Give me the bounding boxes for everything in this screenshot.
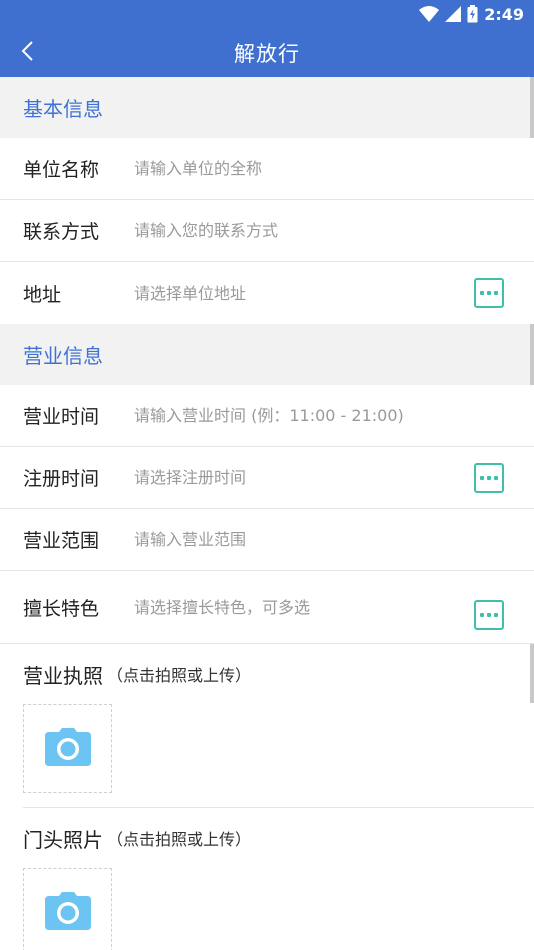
unit-name-input[interactable] — [134, 159, 504, 178]
section-header-basic: 基本信息 — [0, 77, 534, 138]
business-scope-label: 营业范围 — [23, 530, 100, 552]
address-input[interactable] — [134, 283, 474, 303]
license-upload-block: 营业执照 （点击拍照或上传） — [0, 644, 534, 808]
business-scope-row: 营业范围 — [0, 509, 534, 571]
storefront-upload-title: 门头照片 （点击拍照或上传） — [23, 808, 534, 868]
more-dots-icon — [480, 613, 484, 617]
camera-icon — [44, 891, 91, 934]
specialty-label: 擅长特色 — [23, 597, 100, 620]
register-time-label: 注册时间 — [23, 468, 100, 490]
camera-icon — [44, 727, 91, 770]
business-hours-label: 营业时间 — [23, 406, 100, 428]
more-dots-icon — [480, 475, 484, 480]
business-scope-input[interactable] — [134, 530, 504, 549]
register-time-row: 注册时间 — [0, 447, 534, 509]
register-time-input[interactable] — [134, 468, 474, 487]
unit-name-label: 单位名称 — [23, 159, 100, 181]
back-button[interactable] — [14, 40, 40, 66]
battery-icon — [467, 5, 478, 23]
signal-icon — [445, 6, 462, 22]
storefront-hint: （点击拍照或上传） — [107, 830, 252, 849]
more-dots-icon — [480, 291, 484, 295]
chevron-left-icon — [20, 40, 34, 66]
address-select-button[interactable] — [474, 278, 504, 308]
storefront-upload-block: 门头照片 （点击拍照或上传） — [0, 808, 534, 950]
specialty-input[interactable] — [134, 597, 474, 617]
app-bar: 解放行 — [0, 28, 534, 77]
business-hours-row: 营业时间 — [0, 385, 534, 447]
specialty-row: 擅长特色 — [0, 571, 534, 644]
unit-name-row: 单位名称 — [0, 138, 534, 200]
page-title: 解放行 — [234, 41, 300, 66]
contact-input[interactable] — [134, 221, 504, 240]
address-row: 地址 — [0, 262, 534, 324]
license-title: 营业执照 — [23, 663, 103, 688]
license-hint: （点击拍照或上传） — [107, 666, 252, 685]
address-label: 地址 — [23, 283, 62, 306]
register-time-select-button[interactable] — [474, 462, 504, 493]
status-time: 2:49 — [484, 4, 524, 24]
contact-label: 联系方式 — [23, 221, 100, 243]
section-header-business: 营业信息 — [0, 324, 534, 385]
license-upload-title: 营业执照 （点击拍照或上传） — [23, 644, 534, 704]
storefront-photo-button[interactable] — [23, 868, 112, 950]
status-bar: 2:49 — [0, 0, 534, 28]
license-photo-button[interactable] — [23, 704, 112, 793]
specialty-select-button[interactable] — [474, 600, 504, 630]
business-hours-input[interactable] — [134, 406, 504, 425]
contact-row: 联系方式 — [0, 200, 534, 262]
storefront-title: 门头照片 — [23, 827, 103, 852]
wifi-icon — [419, 6, 440, 22]
